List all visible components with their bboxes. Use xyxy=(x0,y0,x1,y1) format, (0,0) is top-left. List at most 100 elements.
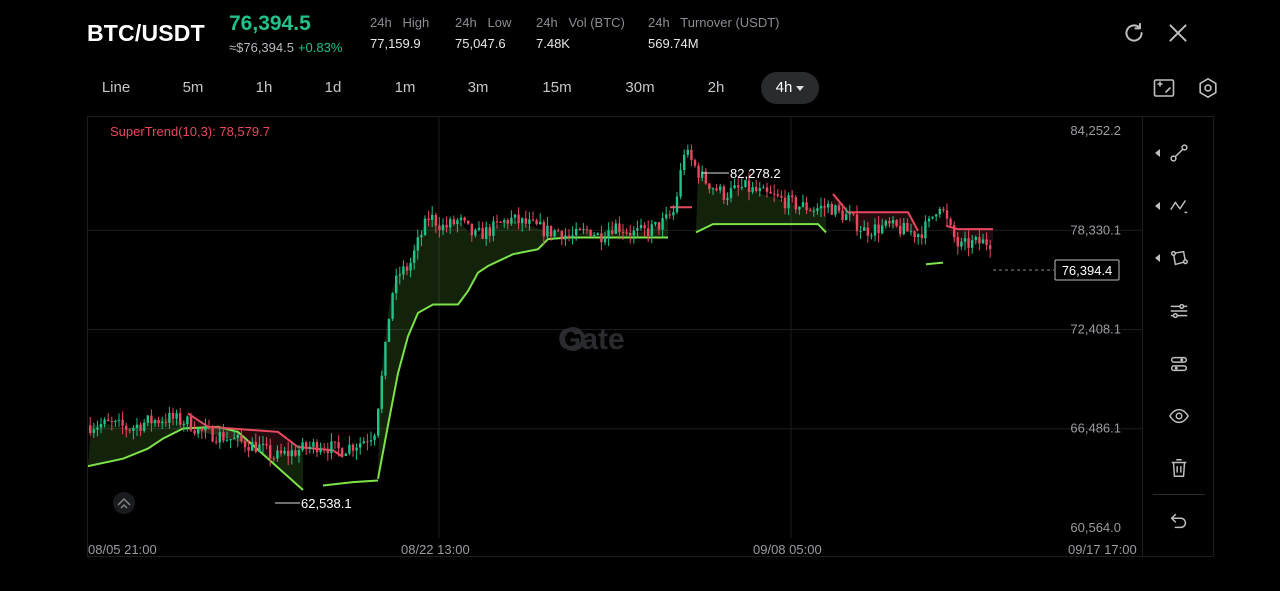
candle-body xyxy=(776,194,779,196)
tab-5m[interactable]: 5m xyxy=(169,72,217,104)
tab-line[interactable]: Line xyxy=(87,72,145,104)
candle-body xyxy=(506,220,509,224)
candle-body xyxy=(427,218,430,220)
candle-body xyxy=(841,210,844,221)
tab-2h[interactable]: 2h xyxy=(692,72,740,104)
candle-body xyxy=(333,441,337,443)
expand-arrow-icon[interactable] xyxy=(1155,149,1160,157)
stat-label: 24h Vol (BTC) xyxy=(536,15,625,30)
expand-arrow-icon[interactable] xyxy=(1155,254,1160,262)
candle-body xyxy=(373,435,376,441)
stat-24h-high: 24h High 77,159.9 xyxy=(370,15,429,51)
candlestick-chart[interactable]: Gate 84,252.2 78,330.1 72,408.1 66,486.1 60,… xyxy=(88,117,1143,558)
candle-body xyxy=(701,171,704,178)
candle-body xyxy=(881,225,884,233)
candle-body xyxy=(114,420,117,422)
visibility-button[interactable] xyxy=(1143,396,1215,436)
candle-body xyxy=(920,234,923,239)
candle-body xyxy=(150,415,153,424)
candle-body xyxy=(524,218,527,224)
polyline-tool[interactable] xyxy=(1143,186,1215,226)
trend-line-tool[interactable] xyxy=(1143,133,1215,173)
candle-body xyxy=(423,218,427,236)
candle-body xyxy=(337,441,340,449)
candle-body xyxy=(974,237,977,241)
chart-type-icon[interactable] xyxy=(1152,76,1176,100)
candle-body xyxy=(899,226,902,235)
tab-1h[interactable]: 1h xyxy=(240,72,288,104)
candle-body xyxy=(438,225,441,230)
candle-body xyxy=(269,445,272,459)
candle-body xyxy=(902,223,905,235)
tab-15m[interactable]: 15m xyxy=(531,72,583,104)
candle-body xyxy=(726,197,729,200)
candle-body xyxy=(254,441,257,452)
candle-body xyxy=(211,427,214,442)
candle-body xyxy=(945,210,949,219)
candle-body xyxy=(855,214,859,232)
candle-body xyxy=(463,217,466,221)
candle-body xyxy=(499,221,502,223)
candle-body xyxy=(686,149,689,155)
candle-body xyxy=(744,180,747,187)
indicator-settings-button[interactable] xyxy=(1143,291,1215,331)
candle-body xyxy=(636,228,639,231)
candle-body xyxy=(323,449,326,451)
caret-down-icon xyxy=(796,85,805,91)
supertrend-up-line xyxy=(322,479,379,487)
trading-pair[interactable]: BTC/USDT xyxy=(87,20,205,47)
candle-body xyxy=(459,217,463,221)
candle-body xyxy=(747,180,751,192)
candle-body xyxy=(585,229,589,231)
tab-30m[interactable]: 30m xyxy=(614,72,666,104)
tab-4h[interactable]: 4h xyxy=(761,72,819,104)
stat-label: 24h High xyxy=(370,15,430,30)
candle-body xyxy=(647,228,650,236)
delete-drawings-button[interactable] xyxy=(1143,448,1215,488)
expand-arrow-icon[interactable] xyxy=(1155,202,1160,210)
trash-icon xyxy=(1171,459,1187,477)
y-tick-label: 84,252.2 xyxy=(1070,123,1121,138)
candle-body xyxy=(863,227,866,231)
shape-tool[interactable] xyxy=(1143,238,1215,278)
candle-body xyxy=(391,293,394,319)
indicator-list-button[interactable] xyxy=(1143,344,1215,384)
candle-body xyxy=(99,424,103,428)
tab-1m[interactable]: 1m xyxy=(381,72,429,104)
candle-body xyxy=(978,237,981,244)
candle-body xyxy=(737,185,740,188)
candle-body xyxy=(229,439,232,441)
close-icon[interactable] xyxy=(1165,20,1191,46)
candle-body xyxy=(639,225,643,229)
candle-body xyxy=(805,202,808,211)
candle-body xyxy=(503,220,506,223)
candle-body xyxy=(312,442,315,447)
candle-body xyxy=(762,187,765,189)
candle-body xyxy=(549,225,553,237)
candle-body xyxy=(870,235,873,237)
tab-3m[interactable]: 3m xyxy=(454,72,502,104)
candle-body xyxy=(225,439,229,441)
candle-body xyxy=(924,221,927,239)
candle-body xyxy=(773,193,776,195)
settings-icon[interactable] xyxy=(1196,76,1220,100)
candle-body xyxy=(326,449,329,454)
candle-body xyxy=(557,230,560,232)
candle-body xyxy=(593,235,596,236)
candle-body xyxy=(711,188,715,190)
refresh-icon[interactable] xyxy=(1121,20,1147,46)
candle-body xyxy=(513,214,517,218)
candle-body xyxy=(859,230,862,232)
candle-body xyxy=(823,205,826,208)
candle-body xyxy=(517,214,520,224)
undo-button[interactable] xyxy=(1143,501,1215,541)
candle-body xyxy=(614,223,617,234)
candle-body xyxy=(279,450,283,454)
candle-body xyxy=(179,413,182,425)
chart-area[interactable]: Gate 84,252.2 78,330.1 72,408.1 66,486.1 60,… xyxy=(87,116,1214,557)
candle-body xyxy=(189,416,193,431)
candle-body xyxy=(690,149,693,161)
candle-body xyxy=(985,239,988,246)
tab-1d[interactable]: 1d xyxy=(309,72,357,104)
candle-body xyxy=(625,232,628,234)
